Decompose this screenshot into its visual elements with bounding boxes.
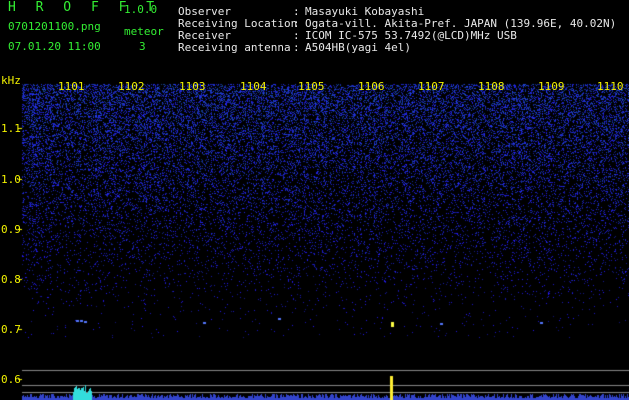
antenna-key: Receiving antenna xyxy=(178,41,291,54)
y-tick-0-7: 0.7 xyxy=(1,323,21,336)
spectrogram xyxy=(0,0,629,400)
x-tick-1106: 1106 xyxy=(358,80,385,93)
x-tick-1108: 1108 xyxy=(478,80,505,93)
x-tick-1109: 1109 xyxy=(538,80,565,93)
y-tick-0-6: 0.6 xyxy=(1,373,21,386)
file-name: 0701201100.png xyxy=(8,20,101,33)
antenna-value: A504HB(yagi 4el) xyxy=(305,41,411,54)
file-datetime: 07.01.20 11:00 xyxy=(8,40,101,53)
y-tick-1-0: 1.0 xyxy=(1,173,21,186)
y-tick-1-1: 1.1 xyxy=(1,122,21,135)
x-tick-1103: 1103 xyxy=(179,80,206,93)
x-tick-1110: 1110 xyxy=(597,80,624,93)
x-tick-1107: 1107 xyxy=(418,80,445,93)
x-tick-1105: 1105 xyxy=(298,80,325,93)
x-tick-1102: 1102 xyxy=(118,80,145,93)
y-tick-0-8: 0.8 xyxy=(1,273,21,286)
y-axis-unit: kHz xyxy=(1,74,21,87)
y-tick-0-9: 0.9 xyxy=(1,223,21,236)
x-tick-1101: 1101 xyxy=(58,80,85,93)
antenna-colon: : xyxy=(293,41,300,54)
meteor-label: meteor xyxy=(124,25,164,38)
x-tick-1104: 1104 xyxy=(240,80,267,93)
meteor-count: 3 xyxy=(139,40,146,53)
app-version: 1.0.0 xyxy=(124,3,158,16)
